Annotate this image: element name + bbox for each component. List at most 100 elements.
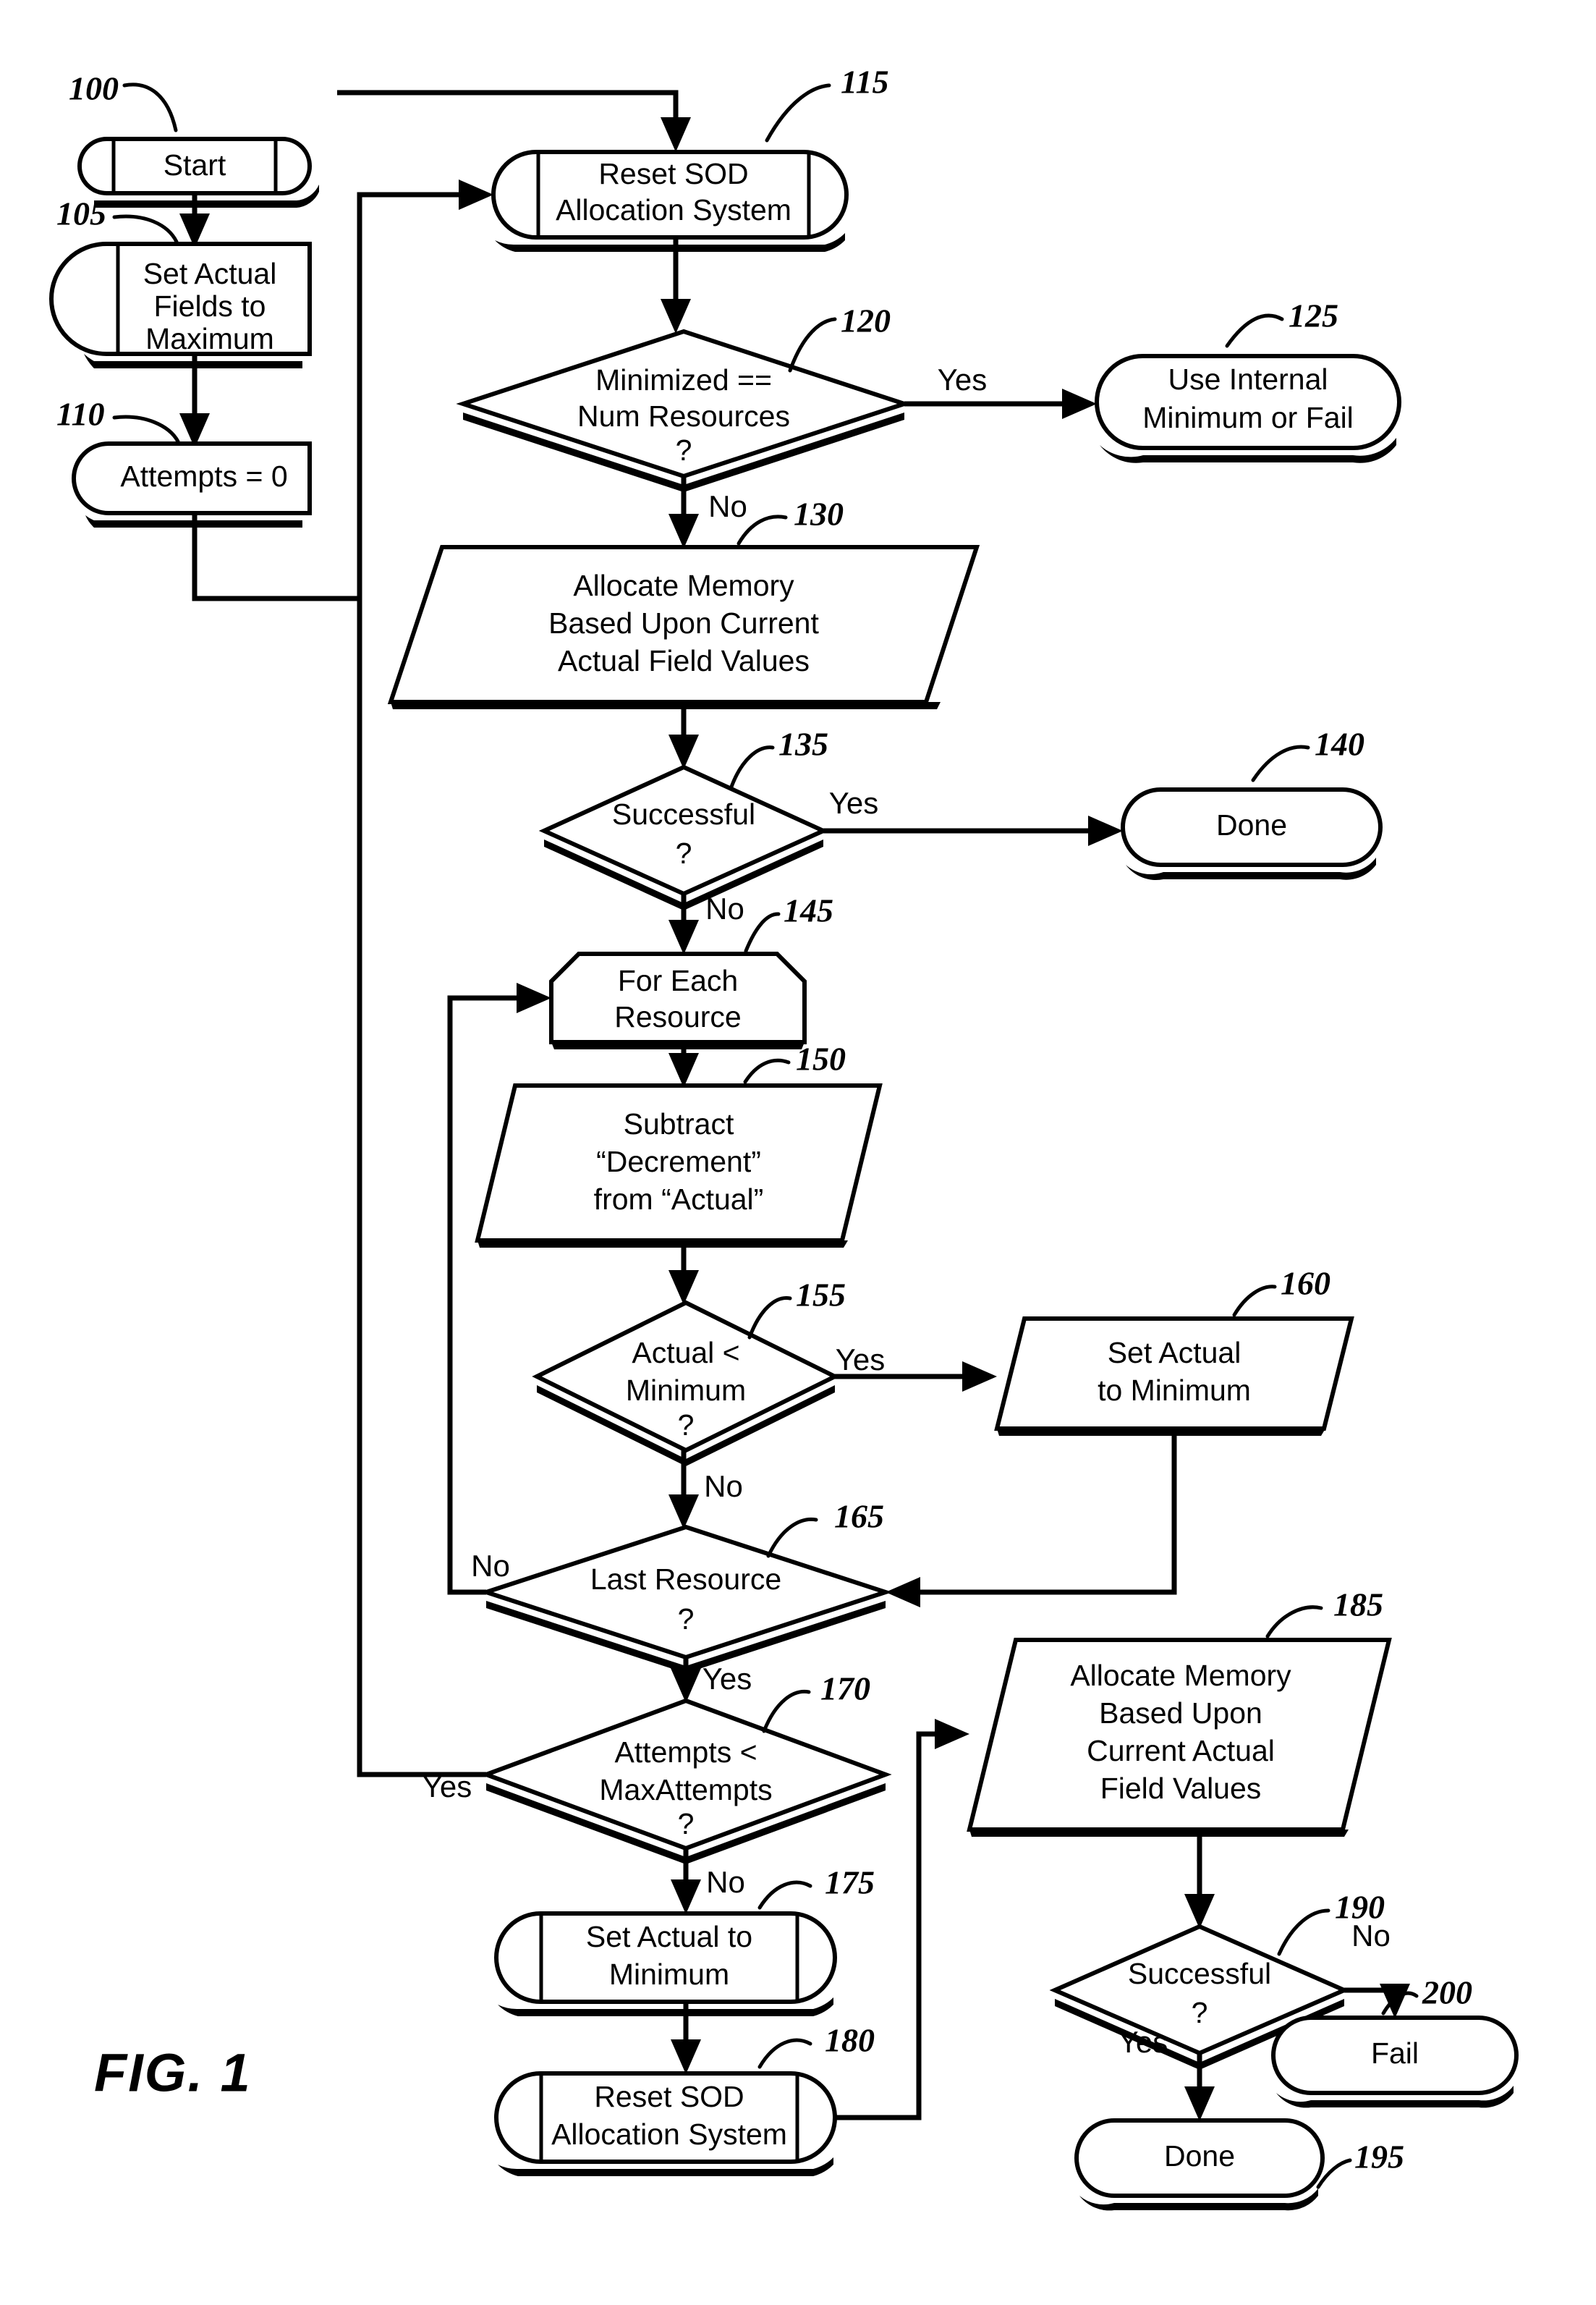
node-150-line2: “Decrement” bbox=[596, 1145, 761, 1178]
node-for-each-resource[interactable]: For Each Resource bbox=[549, 952, 807, 1049]
node-170-line3: ? bbox=[678, 1807, 695, 1840]
node-set-actual-to-minimum-160[interactable]: Set Actual to Minimum bbox=[994, 1316, 1354, 1436]
ref-170: 170 bbox=[762, 1670, 870, 1733]
patent-figure: Start 100 Set Actual Fields to Maximum 1… bbox=[0, 0, 1596, 2305]
edge-label-last-resource-yes: Yes bbox=[703, 1662, 752, 1696]
node-done-2[interactable]: Done bbox=[1074, 2118, 1325, 2211]
ref-130-text: 130 bbox=[794, 496, 844, 533]
edge-label-successful2-no: No bbox=[1351, 1919, 1391, 1953]
node-160-line2: to Minimum bbox=[1098, 1374, 1251, 1407]
node-use-internal-minimum-or-fail[interactable]: Use Internal Minimum or Fail bbox=[1095, 354, 1401, 463]
node-150-line1: Subtract bbox=[624, 1107, 734, 1141]
ref-100-text: 100 bbox=[69, 70, 119, 107]
ref-145-text: 145 bbox=[784, 892, 833, 929]
ref-150-text: 150 bbox=[796, 1041, 846, 1078]
edge-label-successful1-no: No bbox=[705, 892, 744, 926]
node-minimized-equals-num-resources[interactable]: Minimized == Num Resources ? bbox=[456, 329, 912, 492]
node-start[interactable]: Start bbox=[77, 137, 319, 208]
ref-180-text: 180 bbox=[825, 2022, 875, 2059]
node-130-line3: Actual Field Values bbox=[558, 644, 810, 677]
ref-160-text: 160 bbox=[1281, 1265, 1330, 1302]
ref-110: 110 bbox=[56, 396, 180, 444]
node-successful-check-1[interactable]: Successful ? bbox=[538, 764, 829, 910]
node-start-label: Start bbox=[164, 148, 226, 182]
node-attempts-less-max[interactable]: Attempts < MaxAttempts ? bbox=[480, 1698, 892, 1864]
node-115-line1: Reset SOD bbox=[598, 157, 748, 190]
node-set-actual-fields-to-maximum[interactable]: Set Actual Fields to Maximum bbox=[49, 242, 312, 368]
node-125-line2: Minimum or Fail bbox=[1142, 401, 1354, 434]
ref-100: 100 bbox=[69, 70, 178, 132]
node-185-line2: Based Upon bbox=[1099, 1696, 1262, 1730]
node-reset-sod-allocation-system-180[interactable]: Reset SOD Allocation System bbox=[494, 2071, 837, 2176]
edge-set-actual-min-to-last-resource bbox=[886, 1429, 1177, 1607]
ref-165-text: 165 bbox=[834, 1498, 884, 1535]
node-165-line1: Last Resource bbox=[590, 1562, 781, 1596]
ref-175-text: 175 bbox=[825, 1864, 875, 1901]
node-175-line1: Set Actual to bbox=[586, 1920, 752, 1953]
node-155-line2: Minimum bbox=[626, 1374, 746, 1407]
node-allocate-memory-current-actual[interactable]: Allocate Memory Based Upon Current Actua… bbox=[387, 545, 980, 709]
ref-125: 125 bbox=[1225, 297, 1338, 348]
node-155-line3: ? bbox=[678, 1408, 695, 1442]
ref-195: 195 bbox=[1316, 2139, 1404, 2189]
node-set-actual-to-minimum-175[interactable]: Set Actual to Minimum bbox=[494, 1911, 837, 2016]
node-175-line2: Minimum bbox=[609, 1958, 729, 1991]
node-130-line2: Based Upon Current bbox=[548, 606, 819, 640]
node-185-line1: Allocate Memory bbox=[1070, 1659, 1291, 1692]
edge-allocate-memory-2-to-successful-2 bbox=[1184, 1830, 1215, 1929]
edge-label-successful1-yes: Yes bbox=[829, 786, 879, 820]
ref-115: 115 bbox=[765, 64, 888, 143]
edge-label-last-resource-no: No bbox=[471, 1549, 510, 1583]
node-150-line3: from “Actual” bbox=[594, 1183, 764, 1216]
node-170-line1: Attempts < bbox=[614, 1735, 757, 1769]
ref-120-text: 120 bbox=[841, 303, 891, 339]
edge-label-attempts-yes: Yes bbox=[423, 1769, 472, 1803]
ref-160: 160 bbox=[1232, 1265, 1330, 1317]
ref-180: 180 bbox=[757, 2022, 875, 2069]
edge-last-resource-no-to-for-each-resource bbox=[447, 983, 551, 1595]
ref-125-text: 125 bbox=[1289, 297, 1338, 334]
node-done-1[interactable]: Done bbox=[1121, 787, 1383, 881]
ref-200-text: 200 bbox=[1422, 1974, 1472, 2011]
edge-successful-yes-to-done bbox=[823, 816, 1123, 846]
node-105-line2: Fields to bbox=[154, 289, 266, 323]
node-actual-less-than-minimum[interactable]: Actual < Minimum ? bbox=[532, 1300, 840, 1466]
node-135-line1: Successful bbox=[612, 798, 755, 831]
ref-135: 135 bbox=[729, 726, 828, 791]
node-120-line3: ? bbox=[676, 433, 692, 467]
node-145-line2: Resource bbox=[614, 1000, 741, 1033]
edge-minimized-yes-to-use-internal bbox=[904, 389, 1097, 419]
edge-successful-2-no-to-fail bbox=[1344, 1984, 1410, 2018]
node-allocate-memory-current-actual-185[interactable]: Allocate Memory Based Upon Current Actua… bbox=[967, 1638, 1392, 1837]
node-115-line2: Allocation System bbox=[556, 193, 791, 227]
node-190-line1: Successful bbox=[1128, 1957, 1271, 1990]
node-165-line2: ? bbox=[678, 1602, 695, 1636]
node-180-line1: Reset SOD bbox=[594, 2080, 744, 2113]
node-120-line2: Num Resources bbox=[577, 399, 790, 433]
node-105-line1: Set Actual bbox=[143, 257, 277, 290]
node-160-line1: Set Actual bbox=[1108, 1336, 1241, 1369]
node-135-line2: ? bbox=[676, 837, 692, 870]
ref-155-text: 155 bbox=[796, 1277, 846, 1314]
edge-allocate-memory-to-successful bbox=[668, 702, 699, 769]
node-subtract-decrement[interactable]: Subtract “Decrement” from “Actual” bbox=[475, 1083, 883, 1248]
node-200-label: Fail bbox=[1371, 2037, 1419, 2070]
node-last-resource-check[interactable]: Last Resource ? bbox=[479, 1524, 893, 1673]
ref-120: 120 bbox=[788, 303, 891, 373]
edge-label-minimized-no: No bbox=[708, 489, 747, 523]
ref-105-text: 105 bbox=[56, 195, 106, 232]
ref-135-text: 135 bbox=[778, 726, 828, 763]
ref-115-text: 115 bbox=[841, 64, 888, 101]
node-fail[interactable]: Fail bbox=[1271, 2016, 1519, 2108]
node-reset-sod-allocation-system[interactable]: Reset SOD Allocation System bbox=[491, 150, 849, 252]
node-120-line1: Minimized == bbox=[595, 363, 772, 397]
edge-label-minimized-yes: Yes bbox=[938, 363, 988, 397]
ref-155: 155 bbox=[747, 1277, 846, 1340]
node-105-line3: Maximum bbox=[145, 322, 274, 355]
edge-loopback-top-to-reset-sod bbox=[337, 90, 691, 152]
edge-label-actual-min-yes: Yes bbox=[836, 1342, 886, 1376]
node-180-line2: Allocation System bbox=[551, 2118, 787, 2151]
ref-145: 145 bbox=[744, 892, 833, 953]
node-attempts-zero[interactable]: Attempts = 0 bbox=[72, 441, 312, 528]
figure-caption: FIG. 1 bbox=[94, 2043, 252, 2103]
